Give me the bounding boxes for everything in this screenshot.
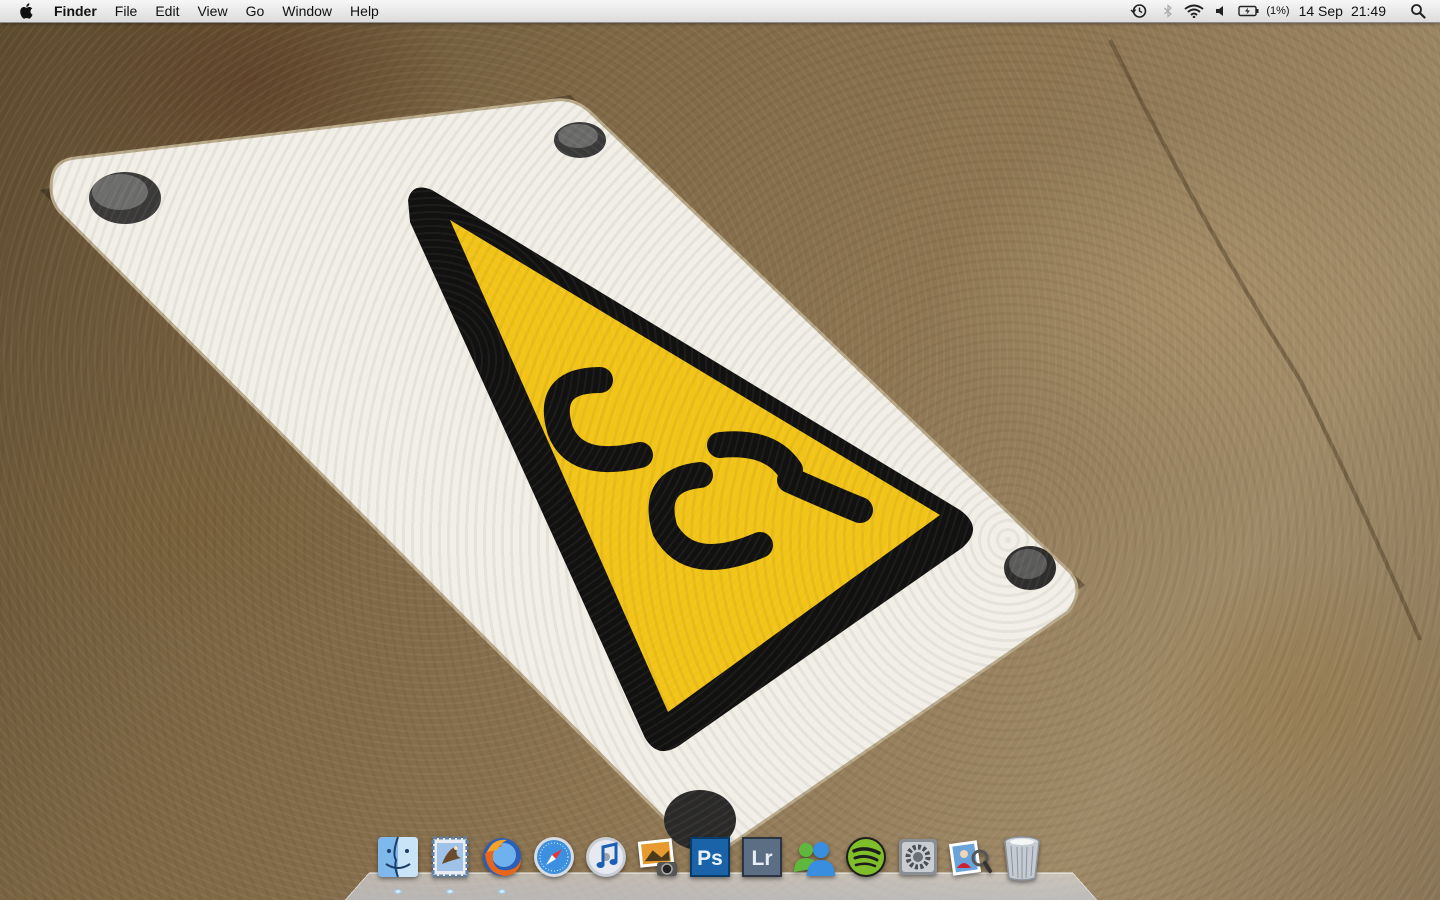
- menu-finder[interactable]: Finder: [54, 0, 106, 22]
- wifi-icon[interactable]: [1180, 0, 1208, 22]
- dock: Ps Lr: [372, 834, 1048, 894]
- trash-icon: [1004, 836, 1040, 881]
- time-machine-icon[interactable]: [1122, 0, 1156, 22]
- battery-percentage: (1%): [1266, 5, 1290, 17]
- menu-file[interactable]: File: [106, 0, 147, 22]
- battery-icon[interactable]: [1234, 0, 1264, 22]
- apple-icon[interactable]: [18, 1, 36, 21]
- dock-item-iphoto[interactable]: [632, 834, 684, 888]
- status-menus: (1%) 14 Sep 21:49: [1122, 0, 1440, 22]
- menu-help[interactable]: Help: [341, 0, 388, 22]
- photoshop-icon: Ps: [690, 837, 730, 877]
- preview-icon: [948, 840, 992, 876]
- clock-text[interactable]: 21:49: [1351, 0, 1400, 22]
- dock-item-finder[interactable]: [372, 834, 424, 894]
- spotify-icon: [846, 837, 886, 877]
- finder-icon: [378, 836, 418, 878]
- dock-item-lightroom[interactable]: Lr: [736, 834, 788, 888]
- lightroom-label: Lr: [752, 847, 773, 870]
- volume-icon[interactable]: [1208, 0, 1234, 22]
- dock-item-safari[interactable]: [528, 834, 580, 888]
- firefox-icon: [483, 838, 521, 876]
- dock-item-firefox[interactable]: [476, 834, 528, 894]
- safari-icon: [534, 837, 574, 877]
- bluetooth-icon[interactable]: [1156, 0, 1180, 22]
- warning-sign-image: [40, 39, 1422, 860]
- dock-item-mail[interactable]: [424, 834, 476, 894]
- dock-item-photoshop[interactable]: Ps: [684, 834, 736, 888]
- dock-item-messenger[interactable]: [788, 834, 840, 888]
- menu-edit[interactable]: Edit: [146, 0, 188, 22]
- spotlight-icon[interactable]: [1400, 0, 1436, 22]
- desktop-wallpaper: [0, 0, 1440, 900]
- dock-item-system-preferences[interactable]: [892, 834, 944, 888]
- mail-icon: [431, 836, 469, 878]
- menu-go[interactable]: Go: [237, 0, 274, 22]
- running-indicator: [498, 889, 506, 894]
- running-indicator: [394, 889, 402, 894]
- lightroom-icon: Lr: [742, 837, 782, 877]
- dock-item-trash[interactable]: [996, 834, 1048, 888]
- date-text[interactable]: 14 Sep: [1299, 0, 1351, 22]
- menu-bar: Finder File Edit View Go Window Help (1%…: [0, 0, 1440, 23]
- system-preferences-icon: [899, 839, 937, 875]
- messenger-icon: [794, 842, 835, 876]
- menu-window[interactable]: Window: [273, 0, 341, 22]
- dock-item-preview[interactable]: [944, 834, 996, 888]
- running-indicator: [446, 889, 454, 894]
- dock-item-itunes[interactable]: [580, 834, 632, 888]
- itunes-icon: [586, 837, 626, 877]
- menu-view[interactable]: View: [188, 0, 236, 22]
- dock-item-spotify[interactable]: [840, 834, 892, 888]
- photoshop-label: Ps: [697, 847, 723, 870]
- iphoto-icon: [637, 838, 677, 876]
